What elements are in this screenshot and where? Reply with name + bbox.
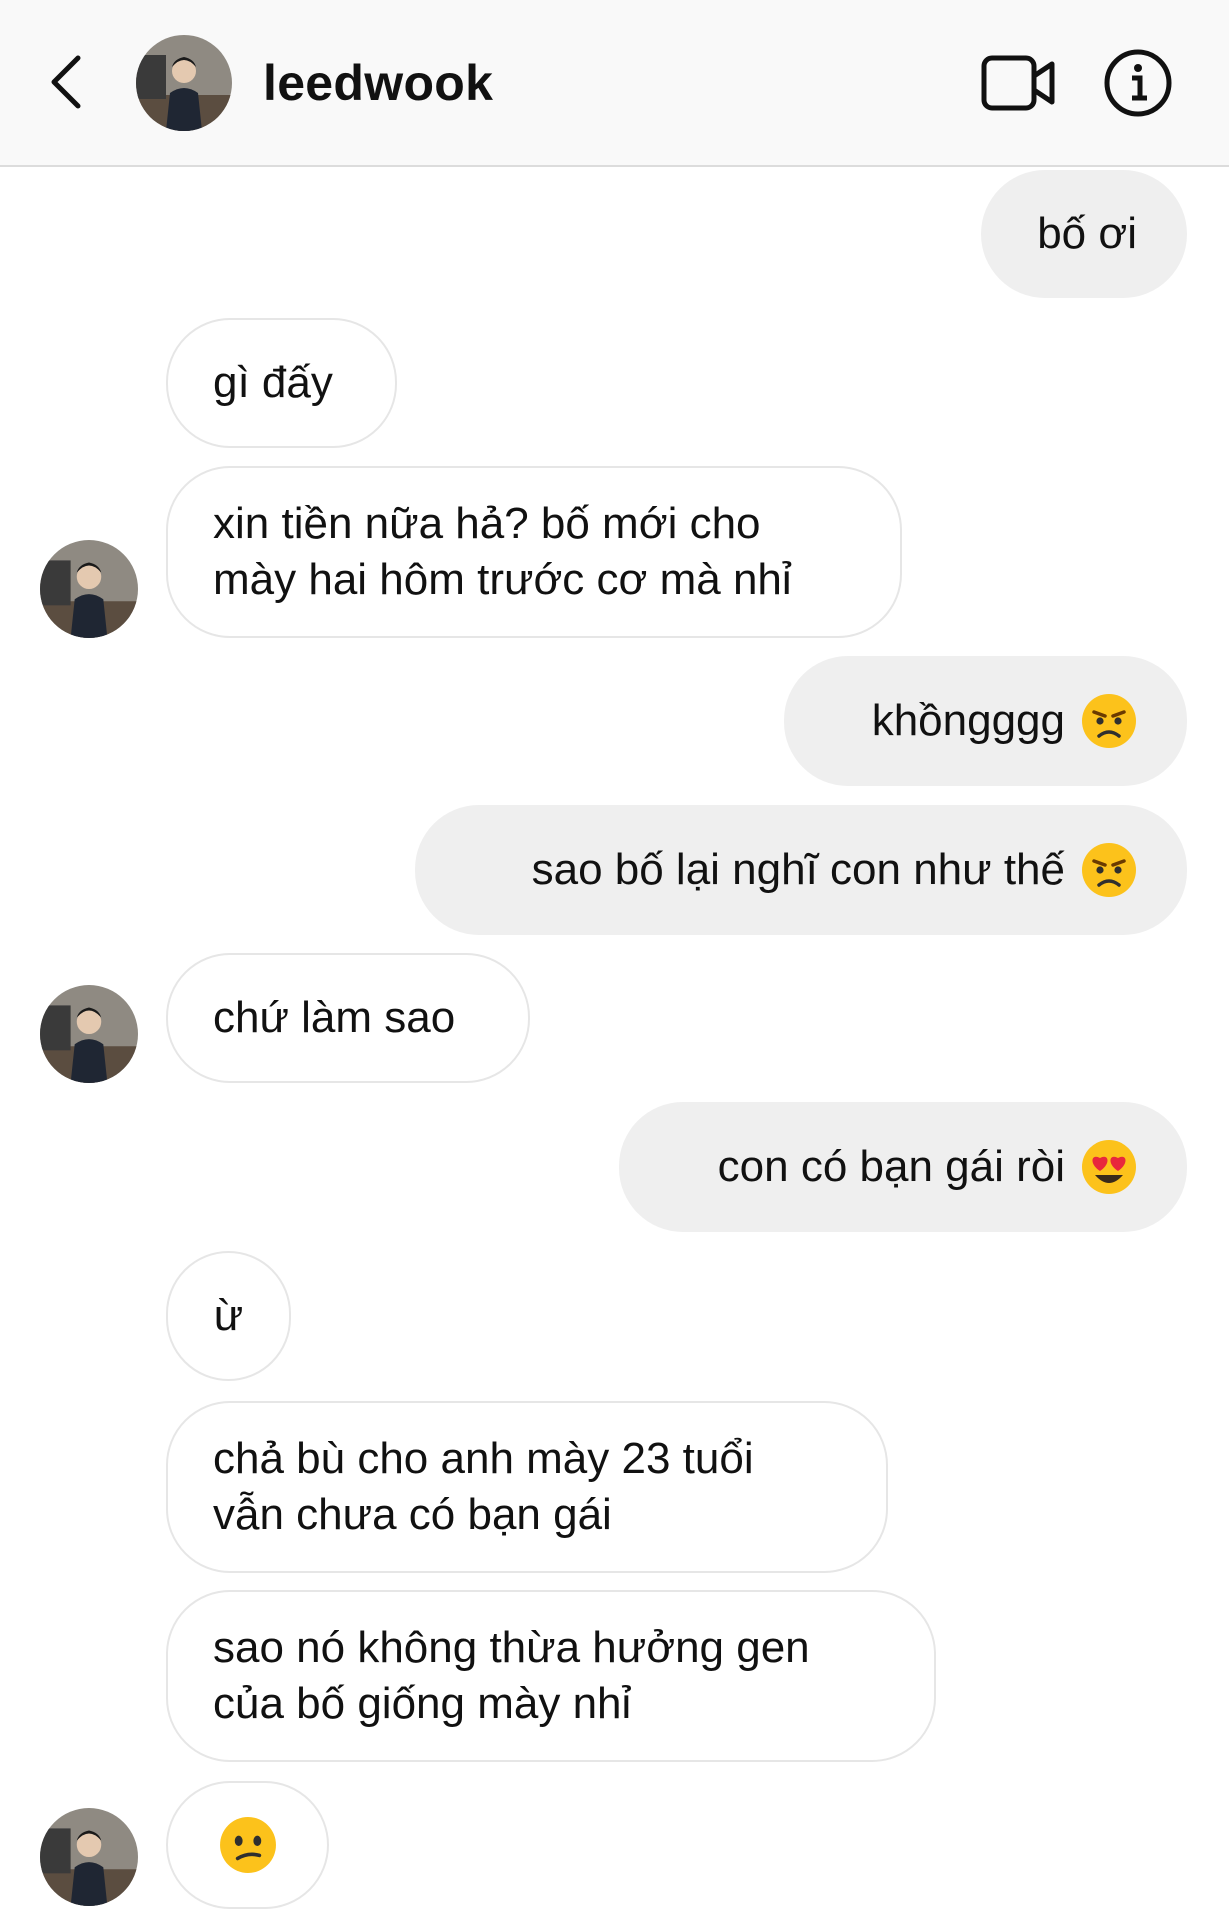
angry-face-emoji <box>1081 693 1137 749</box>
video-camera-icon <box>981 55 1055 111</box>
message-line: xin tiền nữa hả? bố mới cho <box>213 499 761 548</box>
message-line: của bố giống mày nhỉ <box>213 1679 632 1728</box>
back-button[interactable] <box>44 52 88 112</box>
message-text: gì đấy <box>213 358 333 407</box>
message-text: bố ơi <box>1037 209 1137 258</box>
message-incoming[interactable] <box>166 1781 329 1909</box>
sender-avatar[interactable] <box>40 985 138 1083</box>
sender-avatar[interactable] <box>40 540 138 638</box>
message-incoming[interactable]: ừ <box>166 1251 291 1381</box>
message-line: mày hai hôm trước cơ mà nhỉ <box>213 555 792 604</box>
video-call-button[interactable] <box>980 52 1058 114</box>
chat-header: leedwook <box>0 0 1229 167</box>
message-incoming[interactable]: chả bù cho anh mày 23 tuổi vẫn chưa có b… <box>166 1401 888 1573</box>
chat-username[interactable]: leedwook <box>263 48 493 118</box>
message-line: vẫn chưa có bạn gái <box>213 1490 612 1539</box>
heart-eyes-emoji <box>1081 1139 1137 1195</box>
confused-face-emoji <box>219 1816 277 1874</box>
message-text: khồngggg <box>871 696 1065 745</box>
message-outgoing[interactable]: con có bạn gái ròi <box>619 1102 1187 1232</box>
message-line: chả bù cho anh mày 23 tuổi <box>213 1434 754 1483</box>
message-line: sao nó không thừa hưởng gen <box>213 1623 810 1672</box>
message-outgoing[interactable]: sao bố lại nghĩ con như thế <box>415 805 1187 935</box>
chevron-left-icon <box>51 55 81 109</box>
message-incoming[interactable]: gì đấy <box>166 318 397 448</box>
angry-face-emoji <box>1081 842 1137 898</box>
sender-avatar[interactable] <box>40 1808 138 1906</box>
message-text: ừ <box>213 1291 244 1340</box>
message-outgoing[interactable]: khồngggg <box>784 656 1187 786</box>
message-incoming[interactable]: chứ làm sao <box>166 953 530 1083</box>
message-text: con có bạn gái ròi <box>717 1142 1065 1191</box>
message-text: sao bố lại nghĩ con như thế <box>531 845 1065 894</box>
info-button[interactable] <box>1103 48 1173 118</box>
info-icon <box>1104 49 1172 117</box>
profile-avatar[interactable] <box>136 35 232 131</box>
message-text: chứ làm sao <box>213 993 456 1042</box>
message-incoming[interactable]: sao nó không thừa hưởng gen của bố giống… <box>166 1590 936 1762</box>
message-incoming[interactable]: xin tiền nữa hả? bố mới cho mày hai hôm … <box>166 466 902 638</box>
message-outgoing[interactable]: bố ơi <box>981 170 1187 298</box>
